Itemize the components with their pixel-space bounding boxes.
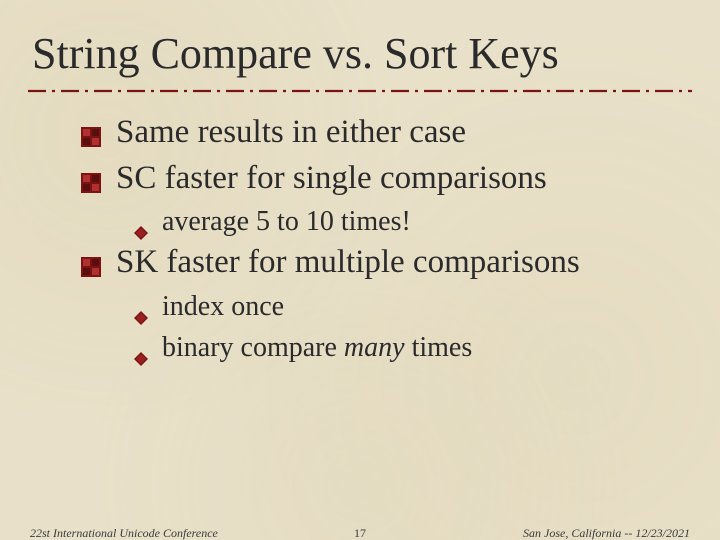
- bullet-box-icon: [80, 119, 102, 141]
- bullet-text: Same results in either case: [116, 114, 466, 150]
- bullet-text: index once: [162, 291, 284, 322]
- bullet-text: SK faster for multiple comparisons: [116, 244, 580, 280]
- slide-body: Same results in either case SC faster fo…: [0, 113, 720, 365]
- bullet-level2: index once: [134, 289, 680, 324]
- bullet-diamond-icon: [134, 214, 148, 228]
- bullet-diamond-icon: [134, 299, 148, 313]
- footer-right: San Jose, California -- 12/23/2021: [523, 526, 690, 540]
- text-emphasis: many: [344, 332, 405, 363]
- bullet-box-icon: [80, 165, 102, 187]
- bullet-text: binary compare many times: [162, 332, 472, 363]
- bullet-box-icon: [80, 249, 102, 271]
- title-divider: [28, 87, 692, 95]
- bullet-level1: Same results in either case: [80, 113, 680, 153]
- text-pre: binary compare: [162, 332, 344, 363]
- bullet-level1: SK faster for multiple comparisons: [80, 243, 680, 283]
- bullet-level1: SC faster for single comparisons: [80, 159, 680, 199]
- bullet-diamond-icon: [134, 340, 148, 354]
- bullet-level2: average 5 to 10 times!: [134, 204, 680, 239]
- text-post: times: [405, 332, 473, 363]
- bullet-text: SC faster for single comparisons: [116, 160, 547, 196]
- bullet-level2: binary compare many times: [134, 330, 680, 365]
- bullet-text: average 5 to 10 times!: [162, 206, 411, 237]
- slide-title: String Compare vs. Sort Keys: [0, 0, 720, 87]
